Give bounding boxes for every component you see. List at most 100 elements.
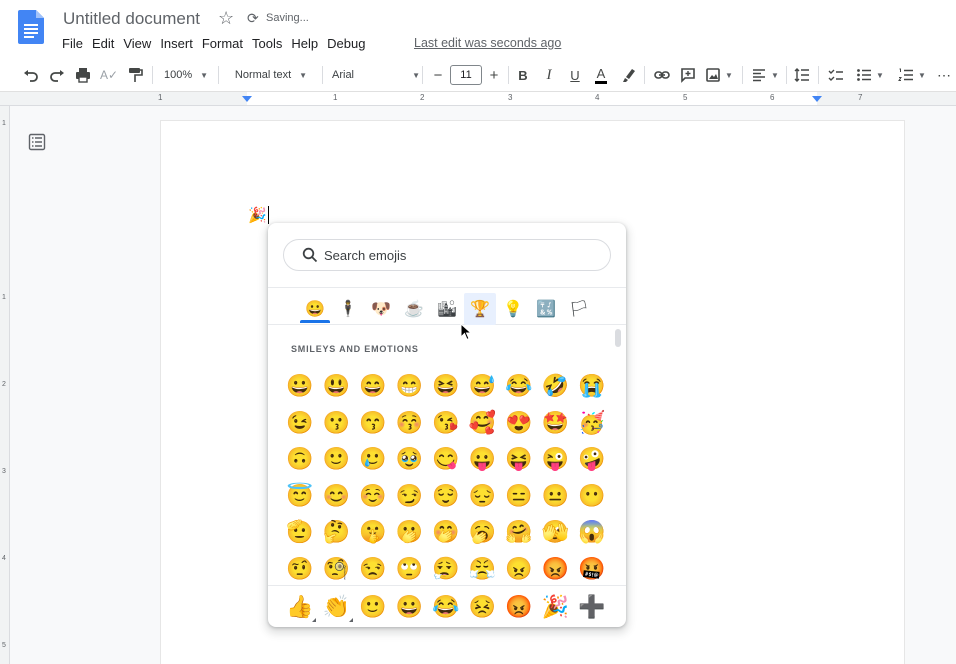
emoji-button[interactable]: 🤨 xyxy=(282,551,318,587)
emoji-button[interactable]: 🤗 xyxy=(501,514,537,550)
emoji-button[interactable]: 🙂 xyxy=(319,441,355,477)
star-icon[interactable]: ☆ xyxy=(218,8,234,29)
emoji-button[interactable]: 😛 xyxy=(465,441,501,477)
link-icon[interactable] xyxy=(650,58,674,92)
category-objects-icon[interactable]: 💡 xyxy=(497,293,529,325)
category-food-icon[interactable]: ☕ xyxy=(398,293,430,325)
category-symbols-icon[interactable]: 🔣 xyxy=(530,293,562,325)
emoji-button[interactable]: 🙃 xyxy=(282,441,318,477)
emoji-button[interactable]: 🫢 xyxy=(392,514,428,550)
recent-emoji-button[interactable]: 👏 xyxy=(319,589,355,625)
print-icon[interactable] xyxy=(72,58,94,92)
more-options-icon[interactable]: ⋯ xyxy=(934,58,954,92)
bold-button[interactable]: B xyxy=(512,58,534,92)
menu-debug[interactable]: Debug xyxy=(327,35,372,52)
zoom-select[interactable]: 100% ▼ xyxy=(160,58,212,92)
menu-view[interactable]: View xyxy=(123,35,158,52)
emoji-button[interactable]: 🥰 xyxy=(465,405,501,441)
emoji-button[interactable]: 😃 xyxy=(319,368,355,404)
emoji-button[interactable]: 😀 xyxy=(282,368,318,404)
category-people-icon[interactable]: 🕴 xyxy=(332,293,364,325)
emoji-button[interactable]: 🤫 xyxy=(355,514,391,550)
numbered-list-icon[interactable]: ▼ xyxy=(894,58,930,92)
emoji-button[interactable]: 😒 xyxy=(355,551,391,587)
emoji-button[interactable]: 😄 xyxy=(355,368,391,404)
menu-file[interactable]: File xyxy=(62,35,90,52)
emoji-button[interactable]: 😚 xyxy=(392,405,428,441)
line-spacing-icon[interactable] xyxy=(790,58,814,92)
menu-edit[interactable]: Edit xyxy=(92,35,121,52)
recent-emoji-button[interactable]: ➕ xyxy=(574,589,610,625)
emoji-button[interactable]: 😝 xyxy=(501,441,537,477)
font-select[interactable]: Arial ▼ xyxy=(332,58,420,92)
emoji-button[interactable]: 😱 xyxy=(574,514,610,550)
menu-help[interactable]: Help xyxy=(291,35,325,52)
emoji-button[interactable]: 😐 xyxy=(538,478,574,514)
emoji-button[interactable]: 🤔 xyxy=(319,514,355,550)
emoji-button[interactable]: 🥱 xyxy=(465,514,501,550)
checklist-icon[interactable] xyxy=(824,58,848,92)
emoji-button[interactable]: ☺️ xyxy=(355,478,391,514)
emoji-button[interactable]: 😘 xyxy=(428,405,464,441)
emoji-button[interactable]: 😜 xyxy=(538,441,574,477)
emoji-search-box[interactable] xyxy=(283,239,611,271)
redo-icon[interactable] xyxy=(46,58,68,92)
recent-emoji-button[interactable]: 😂 xyxy=(428,589,464,625)
menu-tools[interactable]: Tools xyxy=(252,35,289,52)
emoji-button[interactable]: 😍 xyxy=(501,405,537,441)
underline-button[interactable]: U xyxy=(564,58,586,92)
emoji-button[interactable]: 🫣 xyxy=(538,514,574,550)
emoji-button[interactable]: 😁 xyxy=(392,368,428,404)
emoji-button[interactable]: 🧐 xyxy=(319,551,355,587)
emoji-button[interactable]: 🤪 xyxy=(574,441,610,477)
spellcheck-icon[interactable]: A✓ xyxy=(98,58,120,92)
emoji-search-input[interactable] xyxy=(324,245,594,265)
emoji-button[interactable]: 😗 xyxy=(319,405,355,441)
recent-emoji-button[interactable]: 🙂 xyxy=(355,589,391,625)
undo-icon[interactable] xyxy=(20,58,42,92)
category-flags-icon[interactable]: 🏳 xyxy=(563,293,595,325)
recent-emoji-button[interactable]: 😀 xyxy=(392,589,428,625)
emoji-button[interactable]: 😤 xyxy=(465,551,501,587)
emoji-button[interactable]: 😶 xyxy=(574,478,610,514)
emoji-button[interactable]: 🥳 xyxy=(574,405,610,441)
right-indent-marker[interactable] xyxy=(812,96,822,102)
last-edit-link[interactable]: Last edit was seconds ago xyxy=(414,36,561,50)
left-indent-marker[interactable] xyxy=(242,96,252,102)
emoji-button[interactable]: 🤭 xyxy=(428,514,464,550)
emoji-button[interactable]: 😑 xyxy=(501,478,537,514)
insert-image-icon[interactable]: ▼ xyxy=(702,58,736,92)
style-select[interactable]: Normal text ▼ xyxy=(226,58,316,92)
emoji-button[interactable]: 😡 xyxy=(538,551,574,587)
align-icon[interactable]: ▼ xyxy=(748,58,782,92)
category-animals-icon[interactable]: 🐶 xyxy=(365,293,397,325)
menu-insert[interactable]: Insert xyxy=(160,35,200,52)
recent-emoji-button[interactable]: 🎉 xyxy=(538,589,574,625)
category-travel-icon[interactable]: 🏙 xyxy=(431,293,463,325)
recent-emoji-button[interactable]: 👍 xyxy=(282,589,318,625)
emoji-button[interactable]: 🥹 xyxy=(392,441,428,477)
emoji-button[interactable]: 😉 xyxy=(282,405,318,441)
recent-emoji-button[interactable]: 😡 xyxy=(501,589,537,625)
bulleted-list-icon[interactable]: ▼ xyxy=(852,58,888,92)
menu-format[interactable]: Format xyxy=(202,35,250,52)
emoji-button[interactable]: 🤬 xyxy=(574,551,610,587)
horizontal-ruler[interactable]: 1 1 2 3 4 5 6 7 xyxy=(0,92,956,106)
text-color-button[interactable]: A xyxy=(590,58,612,92)
emoji-button[interactable]: 😂 xyxy=(501,368,537,404)
category-activities-icon[interactable]: 🏆 xyxy=(464,293,496,325)
emoji-button[interactable]: 😭 xyxy=(574,368,610,404)
emoji-button[interactable]: 😏 xyxy=(392,478,428,514)
emoji-button[interactable]: 😅 xyxy=(465,368,501,404)
emoji-button[interactable]: 😊 xyxy=(319,478,355,514)
decrease-font-size-button[interactable]: − xyxy=(428,65,448,85)
emoji-button[interactable]: 😋 xyxy=(428,441,464,477)
emoji-scrollbar[interactable] xyxy=(615,329,621,347)
emoji-button[interactable]: 🙄 xyxy=(392,551,428,587)
font-size-input[interactable]: 11 xyxy=(450,65,482,85)
emoji-button[interactable]: 😇 xyxy=(282,478,318,514)
emoji-button[interactable]: 🫡 xyxy=(282,514,318,550)
increase-font-size-button[interactable]: + xyxy=(484,65,504,85)
italic-button[interactable]: I xyxy=(538,58,560,92)
emoji-button[interactable]: 🤣 xyxy=(538,368,574,404)
